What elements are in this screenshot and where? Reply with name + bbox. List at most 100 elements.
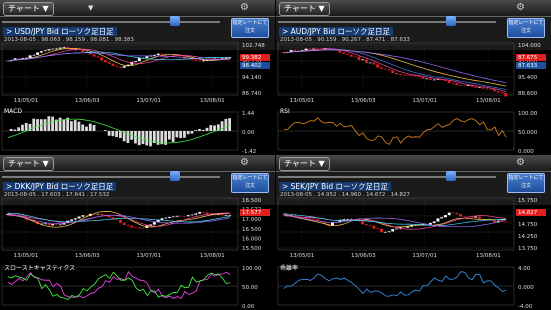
candle-body <box>474 86 478 88</box>
candle-body <box>119 66 122 68</box>
candle-body <box>17 58 21 60</box>
candle-body <box>32 54 36 56</box>
macd-bar <box>205 127 209 131</box>
chart-panel-sekjpy: チャート ▼ ⚙ > SEK/JPY Bid ローソク足日足 2013-08-0… <box>276 155 551 310</box>
indicator-tick: 50.00 <box>242 285 258 291</box>
candle-body <box>443 215 447 218</box>
candle-body <box>492 89 496 92</box>
candle-body <box>21 58 25 59</box>
macd-bar <box>119 131 122 138</box>
candle-body <box>342 219 346 220</box>
candle-body <box>383 68 387 70</box>
candle-body <box>62 46 66 48</box>
candle-body <box>349 54 353 57</box>
candle-body <box>376 228 380 230</box>
current-price-label: 87.675 <box>518 55 538 61</box>
macd-bar <box>186 131 190 135</box>
chart-panel-dkkjpy: チャート ▼ ⚙ > DKK/JPY Bid ローソク足日足 2013-08-0… <box>0 155 275 310</box>
macd-bar <box>228 118 231 131</box>
candle-body <box>194 59 198 61</box>
candle-body <box>376 64 380 68</box>
candle-body <box>500 92 504 94</box>
candle-body <box>357 56 361 60</box>
candle-body <box>137 58 141 62</box>
date-label: 13/06/03 <box>351 253 376 259</box>
macd-bar <box>51 116 54 131</box>
candle-body <box>451 212 455 214</box>
macd-bar <box>171 131 175 142</box>
moving-average-line <box>283 49 507 84</box>
date-label: 13/05/01 <box>290 98 315 104</box>
macd-bar <box>21 124 24 131</box>
candle-body <box>156 53 160 55</box>
candle-body <box>141 227 145 229</box>
candle-body <box>466 85 470 86</box>
date-label: 13/08/01 <box>200 98 225 104</box>
candle-body <box>145 56 149 58</box>
candle-body <box>504 221 508 223</box>
macd-bar <box>179 131 183 139</box>
candle-body <box>349 218 353 220</box>
price-plot-frame <box>1 197 239 251</box>
candle-body <box>440 217 444 219</box>
candle-body <box>421 76 425 79</box>
price-tick: 86.740 <box>242 91 262 97</box>
candle-body <box>413 75 417 77</box>
date-label: 13/07/01 <box>136 253 161 259</box>
price-tick: 88.600 <box>518 91 538 97</box>
candle-body <box>134 227 138 229</box>
chart-panel-audjpy: チャート ▼ ⚙ > AUD/JPY Bid ローソク足日足 2013-08-0… <box>276 0 551 155</box>
candle-body <box>368 225 372 226</box>
macd-bar <box>149 131 152 147</box>
candle-body <box>92 54 96 57</box>
candle-body <box>436 79 440 80</box>
candle-body <box>447 80 451 84</box>
candle-body <box>379 67 383 69</box>
price-tick: 16.000 <box>242 236 262 242</box>
candle-body <box>496 91 500 93</box>
macd-bar <box>43 119 47 131</box>
price-tick: 15.750 <box>518 198 538 204</box>
price-chart: 13/05/01 13/06/03 13/07/01 13/08/01 18.500 17… <box>1 197 270 310</box>
candle-body <box>171 216 175 218</box>
indicator-tick: 0.00 <box>242 304 255 310</box>
candle-body <box>119 219 122 223</box>
price-plot-frame <box>1 42 239 96</box>
date-label: 13/05/01 <box>290 253 315 259</box>
price-tick: 104.000 <box>518 43 541 49</box>
price-tick: 16.500 <box>242 227 262 233</box>
candle-body <box>395 228 398 230</box>
price-tick: 17.000 <box>242 217 262 223</box>
macd-bar <box>107 131 111 136</box>
candle-body <box>379 228 383 233</box>
macd-bar <box>183 131 186 138</box>
macd-bar <box>190 131 194 134</box>
candle-body <box>477 216 481 219</box>
moving-average-line <box>283 49 507 87</box>
candle-body <box>428 222 432 225</box>
date-label: 13/06/03 <box>351 98 376 104</box>
candle-body <box>179 215 183 217</box>
candle-body <box>364 224 368 226</box>
candle-body <box>81 49 85 53</box>
candle-body <box>361 221 365 225</box>
candle-body <box>364 59 368 63</box>
candle-body <box>428 78 432 80</box>
candle-body <box>436 218 440 222</box>
candle-body <box>164 217 168 219</box>
candle-body <box>224 215 228 216</box>
candle-body <box>43 223 47 225</box>
candle-body <box>152 54 156 56</box>
candle-body <box>361 59 365 61</box>
candle-body <box>432 221 436 223</box>
candle-body <box>54 224 58 225</box>
macd-bar <box>201 129 205 131</box>
candle-body <box>395 72 398 75</box>
candle-body <box>54 48 58 50</box>
price-tick: 15.500 <box>242 246 262 252</box>
candle-body <box>338 50 342 53</box>
candle-body <box>342 52 346 54</box>
indicator-tick: 1.44 <box>242 111 255 117</box>
candle-body <box>137 227 141 229</box>
candle-body <box>391 70 395 73</box>
